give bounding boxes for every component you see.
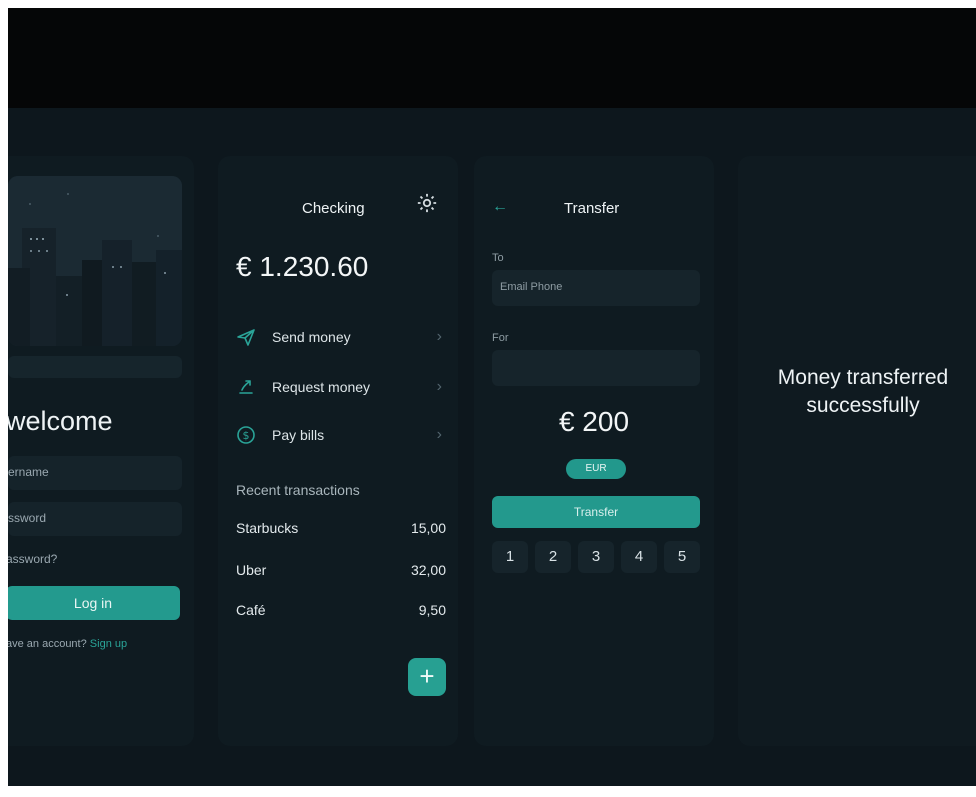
transaction-row[interactable]: Starbucks 15,00 — [236, 520, 446, 540]
success-line-1: Money transferred — [777, 366, 949, 389]
transaction-amount: 9,50 — [418, 602, 446, 618]
add-button[interactable]: + — [408, 658, 446, 696]
signup-line: ave an account? Sign up — [8, 638, 127, 650]
transaction-amount: 15,00 — [410, 520, 446, 536]
transaction-row[interactable]: Café 9,50 — [236, 602, 446, 622]
request-icon — [236, 377, 256, 397]
send-icon — [236, 327, 256, 347]
keypad-key-3[interactable]: 3 — [578, 541, 614, 573]
keypad-key-4[interactable]: 4 — [621, 541, 657, 573]
to-input[interactable]: Email Phone — [492, 270, 700, 306]
request-money-label: Request money — [272, 379, 371, 395]
currency-badge[interactable]: EUR — [566, 459, 626, 479]
welcome-heading: welcome — [8, 406, 113, 436]
transfer-screen: ← Transfer To Email Phone For € 200 EUR … — [474, 156, 714, 746]
chevron-right-icon: › — [436, 328, 442, 345]
night-city-illustration — [8, 176, 182, 346]
checking-title: Checking — [302, 200, 365, 217]
svg-text:$: $ — [243, 429, 250, 442]
signup-link[interactable]: Sign up — [90, 638, 127, 650]
transfer-title: Transfer — [564, 200, 620, 217]
checking-screen: Checking € 1.230.60 Send money › Request… — [218, 156, 458, 746]
to-label: To — [492, 252, 504, 264]
keypad-key-2[interactable]: 2 — [535, 541, 571, 573]
username-field[interactable]: ername — [8, 456, 182, 490]
pay-bills-row[interactable]: $ Pay bills › — [236, 422, 442, 448]
dollar-coin-icon: $ — [236, 425, 256, 445]
success-screen: Money transferred successfully — [738, 156, 976, 746]
password-placeholder: ssword — [8, 511, 47, 525]
to-placeholder: Email Phone — [500, 281, 563, 293]
success-line-2: successfully — [806, 394, 920, 417]
send-money-row[interactable]: Send money › — [236, 324, 442, 350]
transaction-amount: 32,00 — [410, 562, 446, 578]
keypad-key-5[interactable]: 5 — [664, 541, 700, 573]
keypad-key-1[interactable]: 1 — [492, 541, 528, 573]
request-money-row[interactable]: Request money › — [236, 374, 442, 400]
username-placeholder: ername — [8, 465, 49, 479]
login-button[interactable]: Log in — [8, 586, 180, 620]
transaction-name: Café — [236, 602, 266, 618]
signup-prompt: ave an account? — [8, 638, 87, 650]
forgot-password-link[interactable]: assword? — [8, 552, 57, 566]
balance-amount: € 1.230.60 — [236, 251, 369, 282]
send-money-label: Send money — [272, 329, 351, 345]
pay-bills-label: Pay bills — [272, 427, 325, 443]
top-black-bar — [8, 8, 976, 108]
transfer-button[interactable]: Transfer — [492, 496, 700, 528]
transaction-name: Uber — [236, 562, 267, 578]
back-arrow-icon[interactable]: ← — [492, 198, 508, 216]
transaction-row[interactable]: Uber 32,00 — [236, 562, 446, 582]
city-skyline-icon — [8, 176, 182, 346]
gear-icon[interactable] — [416, 192, 438, 214]
transfer-amount: € 200 — [558, 406, 630, 437]
chevron-right-icon: › — [436, 378, 442, 395]
transaction-name: Starbucks — [236, 520, 299, 536]
login-screen: welcome ername ssword assword? Log in av… — [8, 156, 194, 746]
login-strip — [8, 356, 182, 378]
for-label: For — [492, 332, 509, 344]
success-message: Money transferred successfully — [738, 364, 976, 420]
recent-transactions-title: Recent transactions — [236, 482, 360, 498]
screenshot-stage: welcome ername ssword assword? Log in av… — [8, 8, 976, 786]
password-field[interactable]: ssword — [8, 502, 182, 536]
for-input[interactable] — [492, 350, 700, 386]
chevron-right-icon: › — [436, 426, 442, 443]
